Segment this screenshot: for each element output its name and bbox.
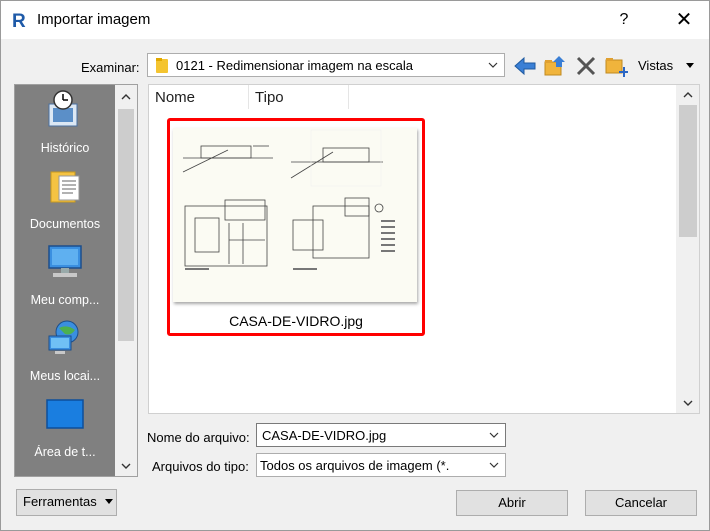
views-menu[interactable]: Vistas: [638, 58, 673, 73]
place-network[interactable]: Meus locai...: [15, 313, 115, 389]
place-more[interactable]: [15, 465, 115, 477]
back-arrow-icon[interactable]: [513, 54, 537, 78]
place-history[interactable]: Histórico: [15, 85, 115, 161]
delete-icon[interactable]: [574, 54, 598, 78]
chevron-down-icon[interactable]: [486, 56, 500, 74]
folder-icon: [45, 470, 85, 477]
look-in-value: 0121 - Redimensionar imagem na escala: [176, 58, 414, 73]
up-folder-icon[interactable]: [543, 54, 567, 78]
chevron-down-icon: [105, 499, 113, 504]
places-bar: Histórico Documentos Meu comp... Meus lo…: [14, 84, 138, 477]
file-item-name: CASA-DE-VIDRO.jpg: [229, 313, 363, 329]
column-header-type[interactable]: Tipo: [255, 89, 284, 106]
import-image-dialog: R Importar imagem ? ✕ Examinar: 0121 - R…: [0, 0, 710, 531]
place-label: Histórico: [40, 141, 90, 155]
file-item-selected[interactable]: CASA-DE-VIDRO.jpg: [167, 118, 425, 336]
file-list[interactable]: Nome Tipo CASA-DE-VIDRO.jpg: [148, 84, 700, 414]
my-computer-icon: [48, 245, 82, 277]
chevron-down-icon[interactable]: [487, 456, 501, 474]
column-separator[interactable]: [248, 85, 249, 109]
chevron-up-icon[interactable]: [682, 90, 694, 100]
place-label: Meus locai...: [29, 369, 101, 383]
tools-button-label: Ferramentas: [23, 494, 97, 509]
desktop-icon: [46, 399, 84, 429]
folder-icon: [156, 58, 168, 73]
look-in-label: Examinar:: [81, 60, 140, 75]
chevron-down-icon[interactable]: [682, 398, 694, 408]
filetype-select[interactable]: Todos os arquivos de imagem (*.: [256, 453, 506, 477]
chevron-down-icon[interactable]: [487, 426, 501, 444]
file-list-scrollbar[interactable]: [676, 85, 699, 413]
chevron-down-icon[interactable]: [120, 461, 132, 471]
place-desktop[interactable]: Área de t...: [15, 389, 115, 465]
place-label: Documentos: [29, 217, 101, 231]
help-button[interactable]: ?: [601, 1, 647, 39]
history-icon: [48, 90, 78, 127]
window-title: Importar imagem: [37, 11, 151, 28]
places-list: Histórico Documentos Meu comp... Meus lo…: [15, 85, 115, 477]
new-folder-icon[interactable]: [604, 54, 628, 78]
place-label: Meu comp...: [30, 293, 100, 307]
file-list-scrollbar-thumb[interactable]: [679, 105, 697, 237]
network-places-icon: [48, 320, 79, 354]
title-bar: R Importar imagem ? ✕: [1, 1, 709, 39]
close-button[interactable]: ✕: [661, 1, 707, 39]
filetype-value: Todos os arquivos de imagem (*.: [260, 458, 450, 473]
cancel-button[interactable]: Cancelar: [585, 490, 697, 516]
place-my-computer[interactable]: Meu comp...: [15, 237, 115, 313]
chevron-up-icon[interactable]: [120, 92, 132, 102]
place-documents[interactable]: Documentos: [15, 161, 115, 237]
open-button[interactable]: Abrir: [456, 490, 568, 516]
file-thumbnail-image: [173, 128, 417, 302]
documents-icon: [50, 171, 80, 203]
column-header-name[interactable]: Nome: [155, 89, 195, 106]
filename-input[interactable]: CASA-DE-VIDRO.jpg: [256, 423, 506, 447]
places-scrollbar[interactable]: [115, 85, 137, 476]
places-scrollbar-thumb[interactable]: [118, 109, 134, 341]
revit-app-icon: R: [10, 10, 28, 30]
column-separator[interactable]: [348, 85, 349, 109]
filetype-label: Arquivos do tipo:: [152, 459, 249, 474]
look-in-dropdown[interactable]: 0121 - Redimensionar imagem na escala: [147, 53, 505, 77]
svg-text:R: R: [12, 11, 26, 30]
place-label: Área de t...: [34, 445, 96, 459]
tools-button[interactable]: Ferramentas: [16, 489, 117, 516]
filename-value: CASA-DE-VIDRO.jpg: [262, 428, 387, 443]
views-dropdown-icon[interactable]: [684, 60, 696, 70]
filename-label: Nome do arquivo:: [147, 430, 250, 445]
